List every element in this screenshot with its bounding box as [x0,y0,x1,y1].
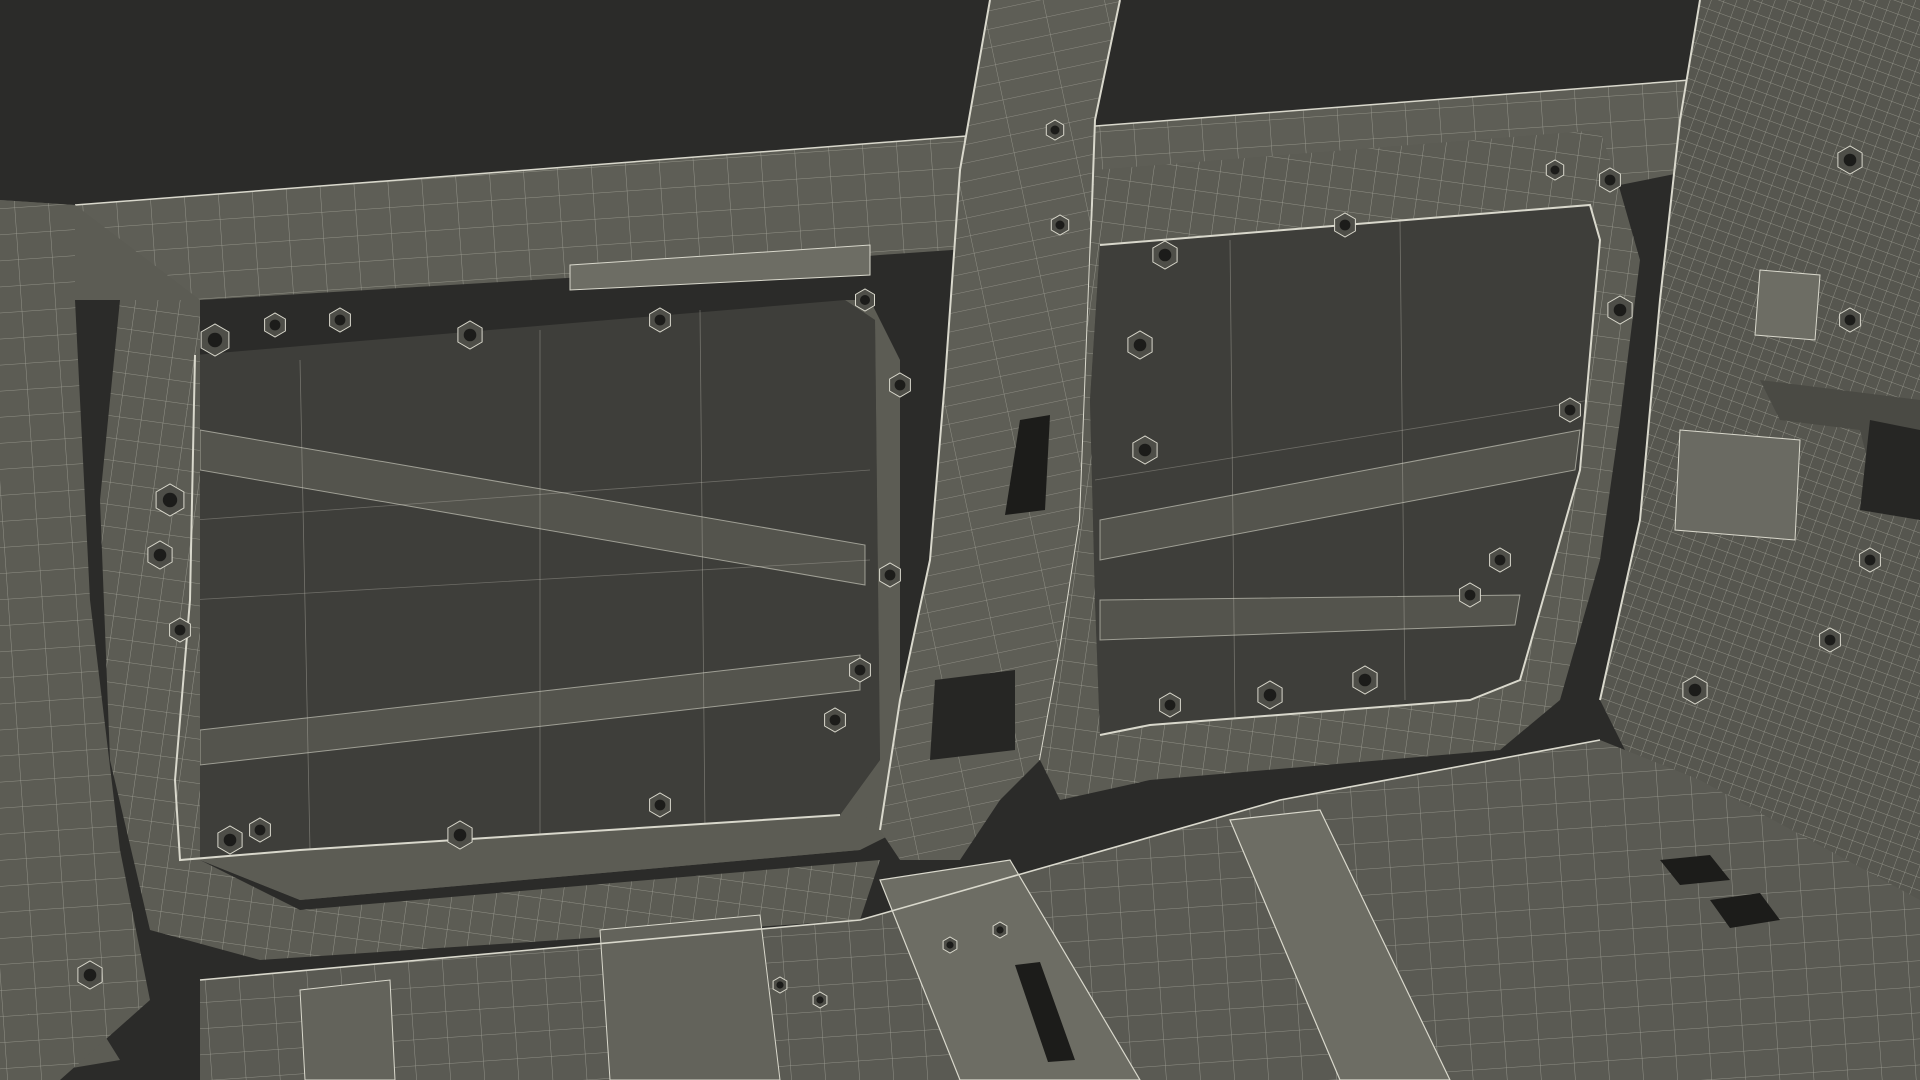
rear-door-opening [1090,205,1600,735]
bolt-hole-center [83,968,97,982]
front-door-opening [175,300,880,860]
bolt-hole-center [453,828,467,842]
bolt-hole-center [153,548,167,562]
bolt-hole-center [654,314,666,326]
viewport [0,0,1920,1080]
bolt-hole-center [816,996,824,1004]
bolt-hole-center [1843,153,1857,167]
bolt-hole-center [223,833,237,847]
bolt-hole-center [1550,165,1560,175]
bolt-hole-center [269,319,281,331]
bolt-hole-center [946,941,954,949]
bolt-hole-center [996,926,1004,934]
bolt-hole-center [1050,125,1060,135]
bolt-hole-center [463,328,477,342]
bolt-hole-center [1138,443,1152,457]
bolt-hole-center [1339,219,1351,231]
bolt-hole-center [1844,314,1856,326]
bolt-hole-center [894,379,906,391]
bolt-hole-center [207,332,223,348]
bolt-hole-center [1824,634,1836,646]
bolt-hole-center [162,492,178,508]
bolt-hole-center [334,314,346,326]
bolt-hole-center [1494,554,1506,566]
bolt-hole-center [1604,174,1616,186]
bolt-hole-center [654,799,666,811]
bolt-hole-center [174,624,186,636]
bolt-hole-center [1133,338,1147,352]
bolt-hole-center [884,569,896,581]
bolt-hole-center [1158,248,1172,262]
bolt-hole-center [1564,404,1576,416]
bolt-hole-center [1055,220,1065,230]
bolt-hole-center [1864,554,1876,566]
bolt-hole-center [254,824,266,836]
bolt-hole-center [1613,303,1627,317]
bolt-hole-center [1358,673,1372,687]
bolt-hole-center [854,664,866,676]
bolt-hole-center [829,714,841,726]
bolt-hole-center [1464,589,1476,601]
bolt-hole-center [1164,699,1176,711]
bolt-hole-center [1688,683,1702,697]
bolt-hole-center [860,295,870,305]
bolt-hole-center [1263,688,1277,702]
bolt-hole-center [776,981,784,989]
wireframe-render [0,0,1920,1080]
